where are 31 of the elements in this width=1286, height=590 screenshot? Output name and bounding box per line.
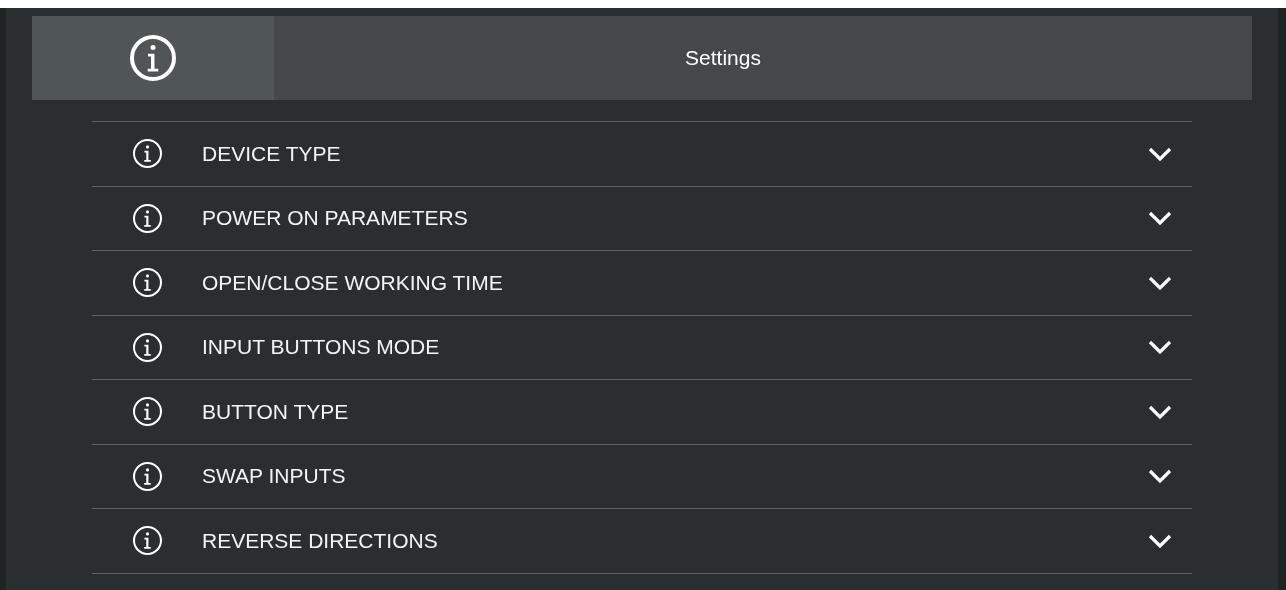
info-tab[interactable] bbox=[32, 16, 274, 100]
section-label: POWER ON PARAMETERS bbox=[202, 206, 469, 231]
section-label: OPEN/CLOSE WORKING TIME bbox=[202, 270, 504, 295]
info-icon bbox=[131, 202, 163, 234]
section-label: BUTTON TYPE bbox=[202, 399, 350, 424]
settings-section[interactable]: DEVICE TYPE bbox=[92, 121, 1192, 186]
settings-title: Settings bbox=[684, 45, 762, 71]
settings-section[interactable]: INPUT BUTTONS MODE bbox=[92, 314, 1192, 379]
info-icon bbox=[131, 331, 163, 363]
chevron-down-icon bbox=[1148, 468, 1172, 485]
chevron-down-icon bbox=[1148, 339, 1172, 356]
info-icon bbox=[131, 138, 163, 170]
section-label: INPUT BUTTONS MODE bbox=[202, 335, 441, 360]
settings-section[interactable]: POWER ON PARAMETERS bbox=[92, 185, 1192, 250]
info-icon bbox=[131, 267, 163, 299]
chevron-down-icon bbox=[1148, 145, 1172, 162]
chevron-down-icon bbox=[1148, 274, 1172, 291]
section-label: REVERSE DIRECTIONS bbox=[202, 528, 439, 553]
settings-section[interactable]: SWAP INPUTS bbox=[92, 443, 1192, 508]
chevron-down-icon bbox=[1148, 532, 1172, 549]
section-label: DEVICE TYPE bbox=[202, 141, 342, 166]
chevron-down-icon bbox=[1148, 210, 1172, 227]
settings-section[interactable]: REVERSE DIRECTIONS bbox=[92, 508, 1192, 573]
info-icon bbox=[131, 460, 163, 492]
settings-section[interactable]: OPEN/CLOSE WORKING TIME bbox=[92, 250, 1192, 315]
info-icon bbox=[128, 33, 178, 83]
info-icon bbox=[131, 525, 163, 557]
settings-section[interactable]: BUTTON TYPE bbox=[92, 379, 1192, 444]
info-icon bbox=[131, 396, 163, 428]
chevron-down-icon bbox=[1148, 403, 1172, 420]
section-label: SWAP INPUTS bbox=[202, 464, 347, 489]
